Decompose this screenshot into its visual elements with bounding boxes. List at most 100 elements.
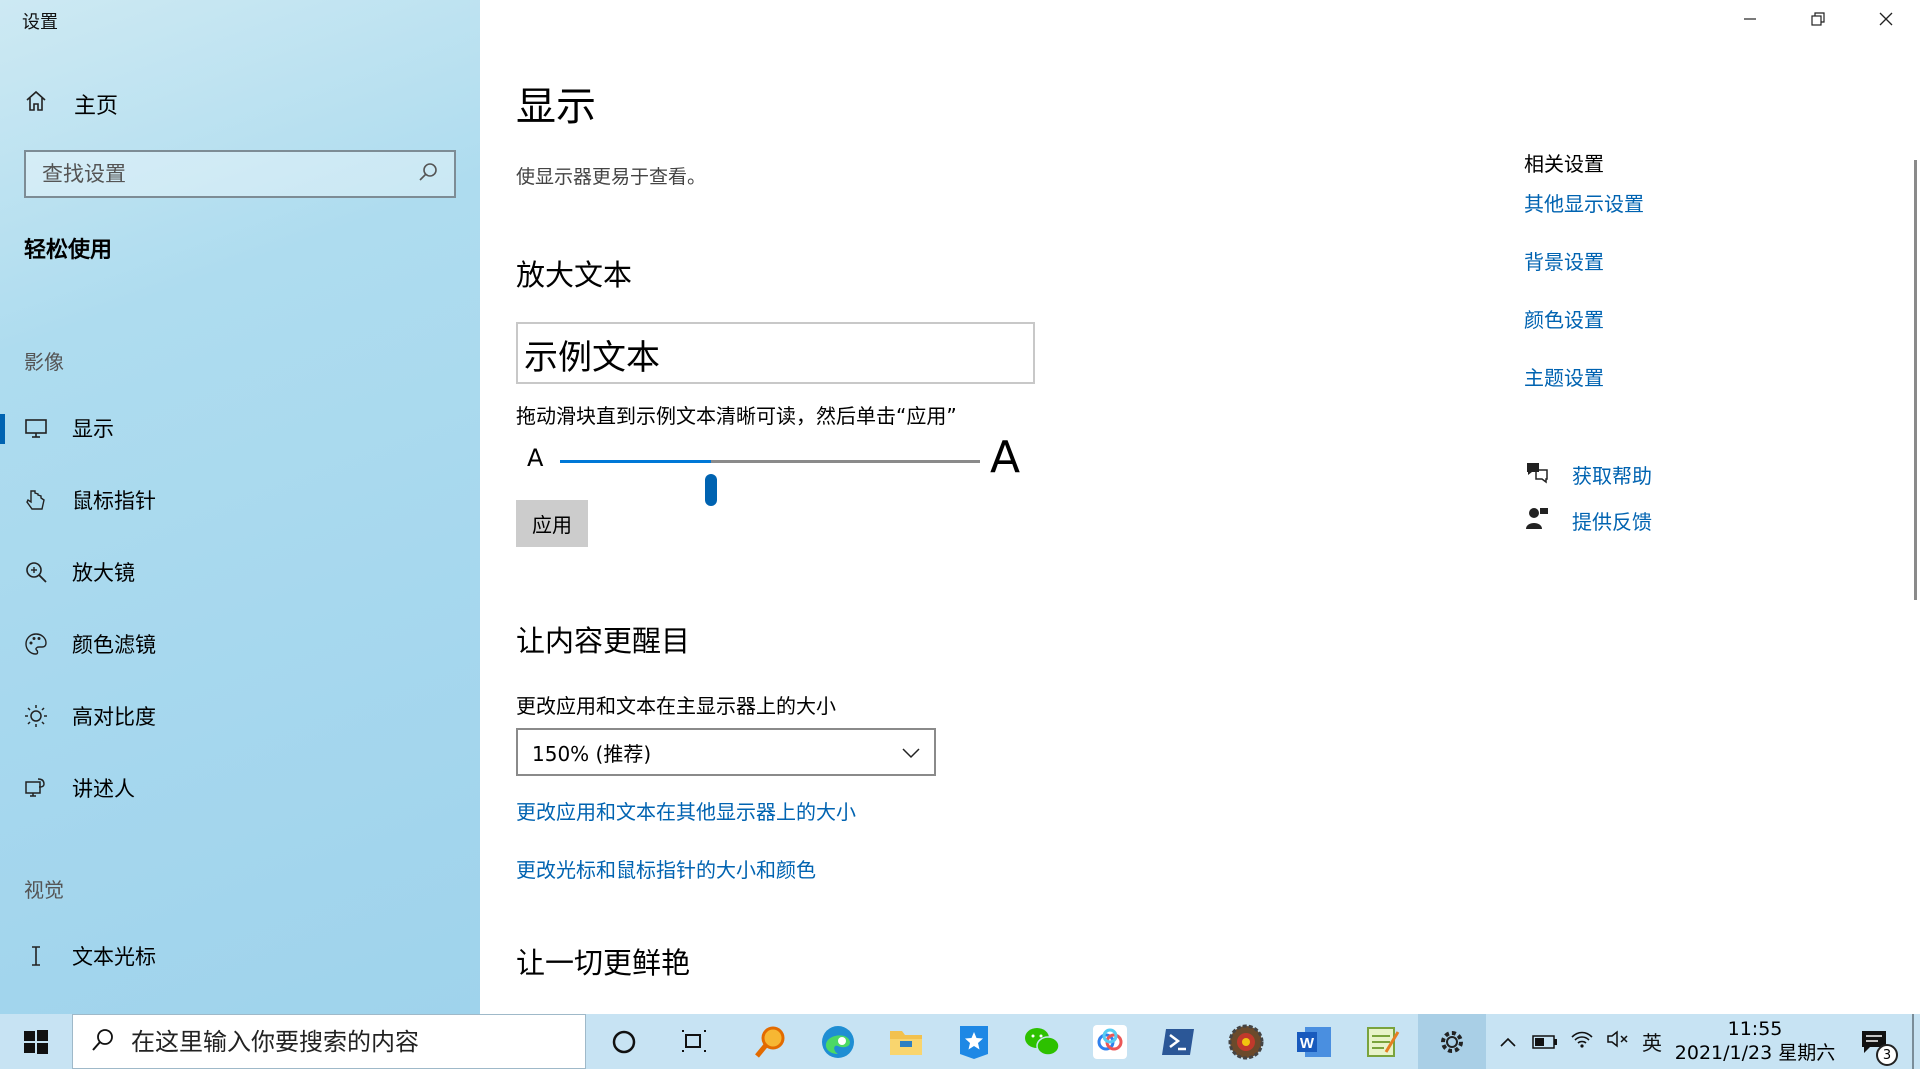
battery-icon[interactable] (1532, 1030, 1558, 1054)
search-app-icon[interactable] (748, 1020, 792, 1064)
sun-icon (24, 704, 48, 728)
action-center-button[interactable]: 3 (1852, 1020, 1898, 1066)
sidebar-item-text-cursor[interactable]: 文本光标 (0, 928, 480, 984)
task-view-icon[interactable] (672, 1020, 716, 1064)
show-desktop-button[interactable] (1912, 1014, 1914, 1069)
get-help-link[interactable]: 获取帮助 (1524, 460, 1652, 489)
baidu-netdisk-icon[interactable] (1088, 1020, 1132, 1064)
group-label-vision-2: 视觉 (24, 878, 64, 902)
chevron-up-icon[interactable] (1496, 1037, 1520, 1047)
magnifier-icon (24, 560, 48, 584)
heading-enlarge-text: 放大文本 (516, 258, 633, 292)
get-help-label: 获取帮助 (1572, 464, 1652, 488)
sidebar-item-magnifier[interactable]: 放大镜 (0, 544, 480, 600)
settings-search-box[interactable] (24, 150, 456, 198)
wechat-icon[interactable] (1020, 1020, 1064, 1064)
related-link-background[interactable]: 背景设置 (1524, 246, 1604, 275)
scale-field-label: 更改应用和文本在主显示器上的大小 (516, 694, 836, 718)
taskbar-search-input[interactable] (131, 1027, 531, 1056)
edge-icon[interactable] (816, 1020, 860, 1064)
sidebar-item-mouse-pointer[interactable]: 鼠标指针 (0, 472, 480, 528)
sidebar-item-label: 高对比度 (72, 705, 156, 729)
system-tray: 英 (1496, 1014, 1662, 1069)
wifi-icon[interactable] (1570, 1029, 1594, 1054)
home-icon (24, 89, 48, 119)
sidebar-item-label: 放大镜 (72, 561, 135, 585)
sidebar-item-narrator[interactable]: 讲述人 (0, 760, 480, 816)
page-title: 显示 (516, 84, 596, 130)
window-controls (1716, 0, 1920, 38)
windows-logo-icon (24, 1029, 48, 1054)
related-link-color[interactable]: 颜色设置 (1524, 304, 1604, 333)
powershell-icon[interactable] (1156, 1020, 1200, 1064)
settings-icon (1441, 1030, 1463, 1053)
text-size-slider[interactable] (560, 460, 980, 506)
home-label: 主页 (74, 94, 119, 119)
apply-button[interactable]: 应用 (516, 500, 588, 547)
slider-hint: 拖动滑块直到示例文本清晰可读，然后单击“应用” (516, 404, 957, 428)
app-icon[interactable] (952, 1020, 996, 1064)
sidebar-item-display[interactable]: 显示 (0, 400, 480, 456)
heading-brighter: 让一切更鲜艳 (516, 946, 691, 980)
cortana-icon[interactable] (602, 1020, 646, 1064)
app-title: 设置 (22, 12, 58, 33)
volume-muted-icon[interactable] (1606, 1029, 1630, 1054)
scale-dropdown[interactable]: 150% (推荐) (516, 728, 936, 776)
word-icon[interactable]: W (1292, 1020, 1336, 1064)
pointer-icon (24, 488, 48, 512)
home-link[interactable]: 主页 (24, 88, 118, 120)
sidebar-item-label: 鼠标指针 (72, 489, 156, 513)
settings-taskbar-button[interactable] (1418, 1014, 1486, 1069)
heading-make-bigger: 让内容更醒目 (516, 624, 691, 658)
group-label-vision: 影像 (24, 350, 64, 374)
sidebar-item-label: 颜色滤镜 (72, 633, 156, 657)
search-icon[interactable] (418, 162, 438, 186)
file-explorer-icon[interactable] (884, 1020, 928, 1064)
other-displays-size-link[interactable]: 更改应用和文本在其他显示器上的大小 (516, 796, 856, 825)
clock-date: 2021/1/23 星期六 (1674, 1042, 1836, 1064)
start-button[interactable] (0, 1014, 72, 1069)
feedback-person-icon (1524, 506, 1550, 535)
scrollbar[interactable] (1914, 160, 1917, 600)
sidebar-item-label: 文本光标 (72, 945, 156, 969)
sidebar-item-color-filters[interactable]: 颜色滤镜 (0, 616, 480, 672)
feedback-label: 提供反馈 (1572, 510, 1652, 534)
small-a-label: A (527, 444, 544, 472)
notepad-icon[interactable] (1360, 1020, 1404, 1064)
slider-thumb[interactable] (705, 474, 717, 506)
game-icon[interactable] (1224, 1020, 1268, 1064)
related-link-theme[interactable]: 主题设置 (1524, 362, 1604, 391)
sidebar-item-label: 显示 (72, 417, 114, 441)
svg-text:W: W (1300, 1035, 1315, 1052)
narrator-icon (24, 776, 48, 800)
sidebar: 设置 主页 轻松使用 影像 显示 鼠标指针 放大镜 颜色 (0, 0, 480, 1014)
taskbar-search[interactable] (72, 1014, 586, 1069)
notification-count-badge: 3 (1876, 1044, 1898, 1066)
taskbar: W 英 11:55 2021/1/23 星期六 3 (0, 1014, 1920, 1069)
input-method-indicator[interactable]: 英 (1642, 1027, 1662, 1056)
chevron-down-icon (902, 740, 920, 764)
search-icon (91, 1028, 115, 1056)
section-title: 轻松使用 (24, 238, 113, 263)
related-settings-title: 相关设置 (1524, 152, 1604, 176)
feedback-link[interactable]: 提供反馈 (1524, 506, 1652, 535)
restore-button[interactable] (1784, 0, 1852, 38)
slider-fill (560, 460, 711, 463)
sample-text-box: 示例文本 (516, 322, 1035, 384)
settings-search-input[interactable] (42, 162, 418, 186)
sidebar-item-high-contrast[interactable]: 高对比度 (0, 688, 480, 744)
minimize-icon (1744, 18, 1756, 20)
restore-icon (1811, 12, 1825, 26)
text-cursor-icon (24, 944, 48, 968)
clock-time: 11:55 (1727, 1018, 1783, 1040)
scale-dropdown-value: 150% (推荐) (532, 741, 652, 766)
minimize-button[interactable] (1716, 0, 1784, 38)
help-chat-icon (1524, 460, 1550, 489)
close-icon (1879, 12, 1893, 26)
cursor-pointer-size-link[interactable]: 更改光标和鼠标指针的大小和颜色 (516, 854, 816, 883)
close-button[interactable] (1852, 0, 1920, 38)
monitor-icon (24, 416, 48, 440)
related-link-other-display[interactable]: 其他显示设置 (1524, 188, 1644, 217)
taskbar-clock[interactable]: 11:55 2021/1/23 星期六 (1670, 1017, 1840, 1065)
text-size-slider-row: A A (516, 432, 1036, 506)
